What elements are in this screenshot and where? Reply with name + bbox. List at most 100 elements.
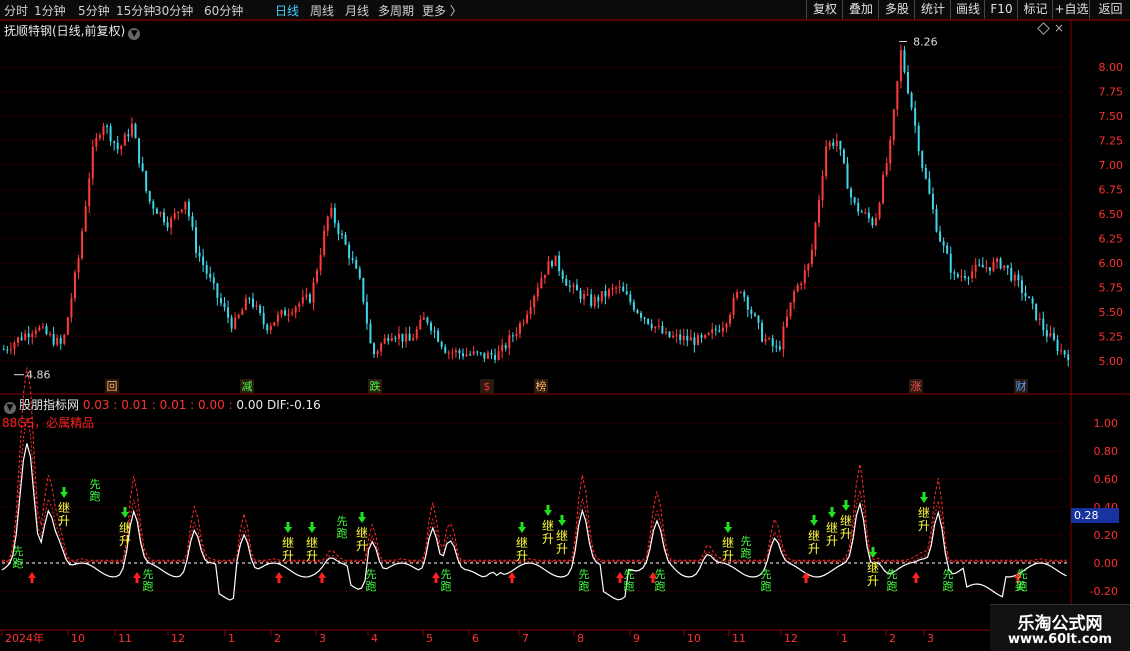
y-tick-label: 5.50 [1099,306,1124,319]
candle-body [572,284,575,287]
candle-body [405,333,408,342]
signal-rise: 升 [826,534,838,548]
candle-body [810,249,813,265]
y-tick-label: 7.00 [1099,159,1124,172]
candle-body [729,314,732,324]
signal-continue: 继 [808,529,820,543]
candle-body [963,275,966,279]
candle-body [860,211,863,213]
signal-continue: 继 [826,521,838,535]
candle-body [408,333,411,341]
signal-run: 跑 [624,579,635,593]
down-arrow-icon [308,522,316,533]
candle-body [479,352,482,354]
current-value-badge: 0.28 [1071,508,1119,523]
candle-body [647,318,650,324]
candle-body [700,335,703,338]
candle-body [494,354,497,360]
candle-body [1045,330,1048,337]
candle-body [17,337,20,343]
candle-body [590,294,593,307]
candle-body [725,323,728,328]
candle-body [130,123,133,137]
candle-body [113,141,116,143]
candle-body [828,142,831,147]
candle-body [465,354,468,357]
signal-rise: 升 [722,549,734,563]
candle-body [1038,318,1041,320]
x-tick-label: 3 [927,632,934,645]
signal-continue: 继 [306,536,318,550]
signal-continue: 继 [722,536,734,550]
candle-body [696,335,699,345]
candle-body [664,331,667,334]
candle-body [70,298,73,318]
down-arrow-icon [358,512,366,523]
watermark: 乐淘公式网 www.60lt.com [990,604,1130,651]
event-tag: 财 [1016,379,1027,393]
up-arrow-icon [275,572,283,583]
signal-continue: 继 [840,514,852,528]
y-tick-label: 5.25 [1099,331,1124,344]
candle-body [607,289,610,297]
candle-body [988,267,991,271]
y-tick-label: 5.75 [1099,282,1124,295]
candle-body [294,307,297,313]
candle-body [885,163,888,175]
candle-body [921,151,924,168]
candle-body [387,337,390,341]
candle-body [992,261,995,271]
candle-body [458,350,461,354]
candle-body [579,290,582,300]
candle-body [84,206,87,232]
candle-body [152,201,155,209]
candle-body [935,209,938,232]
event-tag: 跌 [370,379,381,393]
candle-body [501,345,504,352]
y-tick-label: 0.20 [1094,529,1119,542]
candle-body [679,334,682,341]
candle-body [380,343,383,352]
signal-rise: 升 [282,549,294,563]
candle-body [305,294,308,297]
candle-body [98,135,101,138]
x-tick-label: 11 [732,632,746,645]
candle-body [52,333,55,345]
y-tick-label: 6.00 [1099,257,1124,270]
candle-body [764,338,767,342]
candle-body [518,323,521,334]
watermark-title: 乐淘公式网 [1017,614,1103,634]
candle-body [853,197,856,203]
candle-body [330,207,333,217]
candle-body [9,349,12,351]
candle-body [775,346,778,348]
chart-canvas[interactable]: 8.00 7.75 7.50 7.25 7.00 6.75 6.50 6.25 6.00 5.75… [0,0,1130,650]
candle-body [835,140,838,146]
candle-body [66,317,69,335]
candle-body [971,271,974,279]
candle-body [155,208,158,214]
candle-body [1067,354,1070,361]
candle-body [818,200,821,224]
candle-body [732,298,735,315]
candle-body [230,317,233,329]
down-arrow-icon [810,515,818,526]
candle-body [629,294,632,303]
candle-body [978,264,981,266]
candle-body [547,261,550,275]
candle-body [440,341,443,347]
y-tick-label: 1.00 [1094,417,1119,430]
candle-body [953,272,956,274]
candle-body [789,302,792,317]
candle-body [13,342,16,350]
candle-body [45,326,48,334]
candle-body [348,244,351,259]
candle-body [109,126,112,142]
candle-body [600,291,603,302]
candle-body [615,287,618,289]
candle-body [216,283,219,299]
candle-body [508,335,511,349]
candle-body [693,337,696,345]
candle-body [170,218,173,228]
candle-body [127,134,130,137]
